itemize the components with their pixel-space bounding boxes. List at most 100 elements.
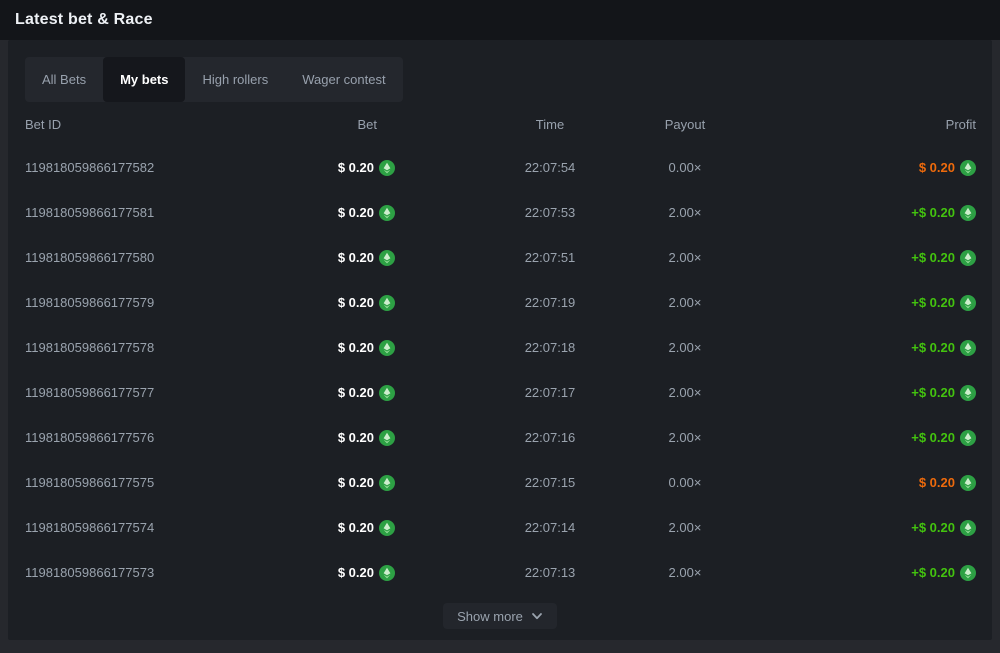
payout-multiplier-cell: 2.00× bbox=[630, 565, 740, 580]
bet-amount-cell: $ 0.20 bbox=[280, 385, 470, 401]
bet-amount: $ 0.20 bbox=[338, 565, 374, 580]
green-coin-icon bbox=[960, 520, 976, 536]
payout-multiplier-cell: 0.00× bbox=[630, 160, 740, 175]
bet-id-cell: 119818059866177581 bbox=[25, 205, 280, 220]
green-coin-icon bbox=[960, 340, 976, 356]
table-row[interactable]: 119818059866177582 $ 0.20 22:07:54 0.00×… bbox=[8, 145, 992, 190]
bet-amount-cell: $ 0.20 bbox=[280, 430, 470, 446]
green-coin-icon bbox=[379, 160, 395, 176]
bet-time-cell: 22:07:13 bbox=[470, 565, 630, 580]
show-more-button[interactable]: Show more bbox=[443, 603, 557, 629]
bet-amount: $ 0.20 bbox=[338, 340, 374, 355]
column-header-payout: Payout bbox=[630, 117, 740, 132]
green-coin-icon bbox=[379, 520, 395, 536]
table-row[interactable]: 119818059866177578 $ 0.20 22:07:18 2.00×… bbox=[8, 325, 992, 370]
table-row[interactable]: 119818059866177580 $ 0.20 22:07:51 2.00×… bbox=[8, 235, 992, 280]
green-coin-icon bbox=[960, 250, 976, 266]
green-coin-icon bbox=[960, 205, 976, 221]
column-header-bet-id: Bet ID bbox=[25, 117, 280, 132]
profit-cell: $ 0.20 bbox=[740, 160, 976, 176]
bet-id-cell: 119818059866177579 bbox=[25, 295, 280, 310]
bet-time-cell: 22:07:18 bbox=[470, 340, 630, 355]
profit-cell: $ 0.20 bbox=[740, 475, 976, 491]
column-header-time: Time bbox=[470, 117, 630, 132]
profit-amount: $ 0.20 bbox=[919, 475, 955, 490]
profit-amount: +$ 0.20 bbox=[911, 385, 955, 400]
bet-id-cell: 119818059866177574 bbox=[25, 520, 280, 535]
table-header-row: Bet ID Bet Time Payout Profit bbox=[8, 108, 992, 140]
tab-wager-contest[interactable]: Wager contest bbox=[285, 57, 402, 102]
profit-cell: +$ 0.20 bbox=[740, 385, 976, 401]
payout-multiplier-cell: 2.00× bbox=[630, 250, 740, 265]
green-coin-icon bbox=[379, 340, 395, 356]
bet-time-cell: 22:07:15 bbox=[470, 475, 630, 490]
latest-bets-panel: All Bets My bets High rollers Wager cont… bbox=[8, 40, 992, 640]
bet-amount-cell: $ 0.20 bbox=[280, 520, 470, 536]
payout-multiplier-cell: 2.00× bbox=[630, 430, 740, 445]
table-row[interactable]: 119818059866177575 $ 0.20 22:07:15 0.00×… bbox=[8, 460, 992, 505]
page-header: Latest bet & Race bbox=[0, 0, 1000, 40]
table-row[interactable]: 119818059866177579 $ 0.20 22:07:19 2.00×… bbox=[8, 280, 992, 325]
bet-amount-cell: $ 0.20 bbox=[280, 205, 470, 221]
tab-high-rollers[interactable]: High rollers bbox=[185, 57, 285, 102]
table-row[interactable]: 119818059866177574 $ 0.20 22:07:14 2.00×… bbox=[8, 505, 992, 550]
bets-tab-bar: All Bets My bets High rollers Wager cont… bbox=[25, 57, 403, 102]
profit-cell: +$ 0.20 bbox=[740, 205, 976, 221]
bet-amount: $ 0.20 bbox=[338, 475, 374, 490]
profit-amount: $ 0.20 bbox=[919, 160, 955, 175]
bet-time-cell: 22:07:54 bbox=[470, 160, 630, 175]
profit-amount: +$ 0.20 bbox=[911, 340, 955, 355]
table-row[interactable]: 119818059866177581 $ 0.20 22:07:53 2.00×… bbox=[8, 190, 992, 235]
bet-id-cell: 119818059866177573 bbox=[25, 565, 280, 580]
green-coin-icon bbox=[379, 205, 395, 221]
bet-amount: $ 0.20 bbox=[338, 205, 374, 220]
column-header-profit: Profit bbox=[740, 117, 976, 132]
green-coin-icon bbox=[960, 430, 976, 446]
green-coin-icon bbox=[960, 160, 976, 176]
profit-cell: +$ 0.20 bbox=[740, 250, 976, 266]
payout-multiplier-cell: 0.00× bbox=[630, 475, 740, 490]
green-coin-icon bbox=[960, 385, 976, 401]
profit-amount: +$ 0.20 bbox=[911, 295, 955, 310]
bet-id-cell: 119818059866177577 bbox=[25, 385, 280, 400]
profit-cell: +$ 0.20 bbox=[740, 340, 976, 356]
green-coin-icon bbox=[960, 295, 976, 311]
bet-time-cell: 22:07:17 bbox=[470, 385, 630, 400]
bet-amount: $ 0.20 bbox=[338, 250, 374, 265]
table-row[interactable]: 119818059866177576 $ 0.20 22:07:16 2.00×… bbox=[8, 415, 992, 460]
bet-amount-cell: $ 0.20 bbox=[280, 250, 470, 266]
table-row[interactable]: 119818059866177573 $ 0.20 22:07:13 2.00×… bbox=[8, 550, 992, 595]
chevron-down-icon bbox=[531, 610, 543, 622]
green-coin-icon bbox=[960, 475, 976, 491]
tab-all-bets[interactable]: All Bets bbox=[25, 57, 103, 102]
payout-multiplier-cell: 2.00× bbox=[630, 295, 740, 310]
bet-id-cell: 119818059866177578 bbox=[25, 340, 280, 355]
page-title: Latest bet & Race bbox=[15, 11, 153, 29]
profit-amount: +$ 0.20 bbox=[911, 565, 955, 580]
bet-amount: $ 0.20 bbox=[338, 430, 374, 445]
bet-amount: $ 0.20 bbox=[338, 385, 374, 400]
table-row[interactable]: 119818059866177577 $ 0.20 22:07:17 2.00×… bbox=[8, 370, 992, 415]
profit-amount: +$ 0.20 bbox=[911, 205, 955, 220]
green-coin-icon bbox=[379, 250, 395, 266]
green-coin-icon bbox=[960, 565, 976, 581]
show-more-label: Show more bbox=[457, 609, 523, 624]
green-coin-icon bbox=[379, 430, 395, 446]
profit-cell: +$ 0.20 bbox=[740, 520, 976, 536]
column-header-bet: Bet bbox=[280, 117, 470, 132]
bet-time-cell: 22:07:16 bbox=[470, 430, 630, 445]
green-coin-icon bbox=[379, 565, 395, 581]
bet-id-cell: 119818059866177580 bbox=[25, 250, 280, 265]
bet-amount: $ 0.20 bbox=[338, 160, 374, 175]
bet-id-cell: 119818059866177582 bbox=[25, 160, 280, 175]
payout-multiplier-cell: 2.00× bbox=[630, 520, 740, 535]
green-coin-icon bbox=[379, 475, 395, 491]
green-coin-icon bbox=[379, 295, 395, 311]
bet-amount-cell: $ 0.20 bbox=[280, 475, 470, 491]
bet-time-cell: 22:07:51 bbox=[470, 250, 630, 265]
tab-my-bets[interactable]: My bets bbox=[103, 57, 185, 102]
profit-amount: +$ 0.20 bbox=[911, 250, 955, 265]
bet-amount-cell: $ 0.20 bbox=[280, 295, 470, 311]
profit-cell: +$ 0.20 bbox=[740, 565, 976, 581]
bet-amount-cell: $ 0.20 bbox=[280, 565, 470, 581]
